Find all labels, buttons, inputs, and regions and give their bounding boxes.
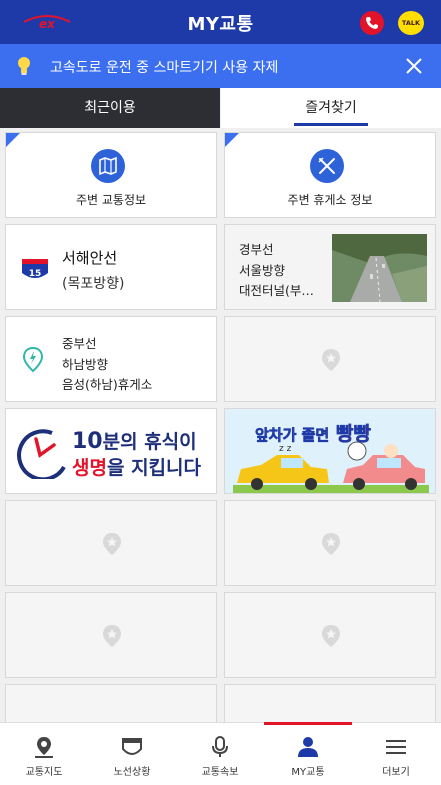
my-user-icon bbox=[298, 737, 318, 757]
drowsy-campaign-banner[interactable]: 앞차가 졸면 빵빵 z z bbox=[224, 408, 436, 494]
location-star-icon bbox=[322, 625, 340, 647]
road-shield-icon bbox=[122, 738, 142, 755]
map-pin-icon bbox=[35, 737, 53, 758]
rest-area-direction: 하남방향 bbox=[62, 357, 109, 372]
corner-marker bbox=[225, 133, 239, 147]
bottom-navigation: 교통지도 노선상황 교통속보 MY교통 더보기 bbox=[0, 722, 441, 785]
rest-banner-highlight: 생명 bbox=[72, 457, 107, 479]
rest-banner-line2: 생명을 지킵니다 bbox=[72, 453, 201, 480]
route-shield-icon: 15 bbox=[22, 259, 48, 279]
clock-icon bbox=[17, 429, 66, 479]
cctv-direction: 서울방향 bbox=[239, 263, 286, 278]
nav-label: MY교통 bbox=[291, 767, 325, 778]
nav-label: 교통속보 bbox=[201, 767, 239, 778]
nav-my-traffic[interactable]: MY교통 bbox=[264, 722, 352, 785]
rest-banner-text1: 분의 휴식이 bbox=[102, 431, 197, 453]
cctv-line: 경부선 bbox=[239, 242, 274, 257]
nearby-traffic-label: 주변 교통정보 bbox=[75, 193, 147, 207]
fork-knife-icon bbox=[310, 149, 344, 183]
lightbulb-icon bbox=[18, 57, 30, 75]
nearby-traffic-card[interactable]: 주변 교통정보 bbox=[5, 132, 217, 218]
rest-area-pin-icon bbox=[22, 347, 44, 373]
route-name: 서해안선 bbox=[62, 249, 118, 267]
rest-campaign-banner[interactable]: 10분의 휴식이 생명을 지킵니다 bbox=[5, 408, 217, 494]
empty-favorite-slot[interactable] bbox=[5, 500, 217, 586]
active-nav-indicator bbox=[264, 722, 352, 725]
rest-banner-number: 10 bbox=[72, 429, 103, 454]
tab-recent[interactable]: 최근이용 bbox=[0, 88, 220, 128]
tab-favorites-label: 즐겨찾기 bbox=[305, 100, 357, 116]
tab-favorites[interactable]: 즐겨찾기 bbox=[221, 88, 441, 128]
route-direction: (목포방향) bbox=[62, 276, 125, 292]
cctv-favorite-card[interactable]: 경부선 서울방향 대전터널(부… bbox=[224, 224, 436, 310]
safety-notice-bar: 고속도로 운전 중 스마트기기 사용 자제 bbox=[0, 44, 441, 88]
cars-illustration: z z bbox=[233, 441, 429, 493]
location-star-icon bbox=[103, 533, 121, 555]
kakaotalk-button[interactable]: TALK bbox=[398, 11, 424, 35]
rest-area-favorite-card[interactable]: 중부선 하남방향 음성(하남)휴게소 bbox=[5, 316, 217, 402]
nearby-rest-area-card[interactable]: 주변 휴게소 정보 bbox=[224, 132, 436, 218]
route-number: 15 bbox=[29, 269, 42, 279]
kakaotalk-icon: TALK bbox=[401, 19, 421, 27]
map-icon bbox=[91, 149, 125, 183]
rest-banner-line1: 10분의 휴식이 bbox=[72, 427, 197, 454]
nav-traffic-map[interactable]: 교통지도 bbox=[0, 723, 88, 785]
nav-traffic-news[interactable]: 교통속보 bbox=[176, 723, 264, 785]
rest-area-line: 중부선 bbox=[62, 336, 97, 351]
microphone-icon bbox=[212, 736, 228, 757]
notice-text: 고속도로 운전 중 스마트기기 사용 자제 bbox=[50, 60, 279, 76]
cctv-thumbnail[interactable] bbox=[332, 234, 427, 302]
nav-more[interactable]: 더보기 bbox=[352, 723, 440, 785]
empty-favorite-slot[interactable] bbox=[224, 684, 436, 722]
nav-label: 노선상황 bbox=[113, 767, 151, 778]
rest-banner-text2: 을 지킵니다 bbox=[106, 457, 201, 479]
cctv-location: 대전터널(부… bbox=[239, 283, 314, 298]
empty-favorite-slot[interactable] bbox=[224, 592, 436, 678]
nav-route-status[interactable]: 노선상황 bbox=[88, 723, 176, 785]
drowsy-zz: z z bbox=[279, 444, 292, 454]
location-star-icon bbox=[322, 349, 340, 371]
phone-button[interactable] bbox=[360, 11, 384, 35]
phone-icon bbox=[366, 17, 378, 29]
route-favorite-card[interactable]: 15 서해안선 (목포방향) bbox=[5, 224, 217, 310]
app-header: ex MY교통 TALK bbox=[0, 0, 441, 44]
nav-label: 교통지도 bbox=[25, 767, 63, 778]
favorites-grid: 주변 교통정보 주변 휴게소 정보 15 서해안선 (목포방향) 경부선 서울방… bbox=[0, 128, 441, 722]
nav-label: 더보기 bbox=[382, 767, 410, 778]
hamburger-menu-icon bbox=[386, 740, 406, 754]
empty-favorite-slot[interactable] bbox=[224, 500, 436, 586]
empty-favorite-slot[interactable] bbox=[5, 684, 217, 722]
empty-favorite-slot[interactable] bbox=[224, 316, 436, 402]
active-tab-indicator bbox=[294, 123, 368, 126]
corner-marker bbox=[6, 133, 20, 147]
empty-favorite-slot[interactable] bbox=[5, 592, 217, 678]
location-star-icon bbox=[103, 625, 121, 647]
nearby-rest-area-label: 주변 휴게소 정보 bbox=[287, 193, 373, 207]
tab-bar: 최근이용 즐겨찾기 bbox=[0, 88, 441, 128]
close-icon[interactable] bbox=[404, 56, 424, 76]
location-star-icon bbox=[322, 533, 340, 555]
rest-area-name: 음성(하남)휴게소 bbox=[62, 377, 153, 392]
